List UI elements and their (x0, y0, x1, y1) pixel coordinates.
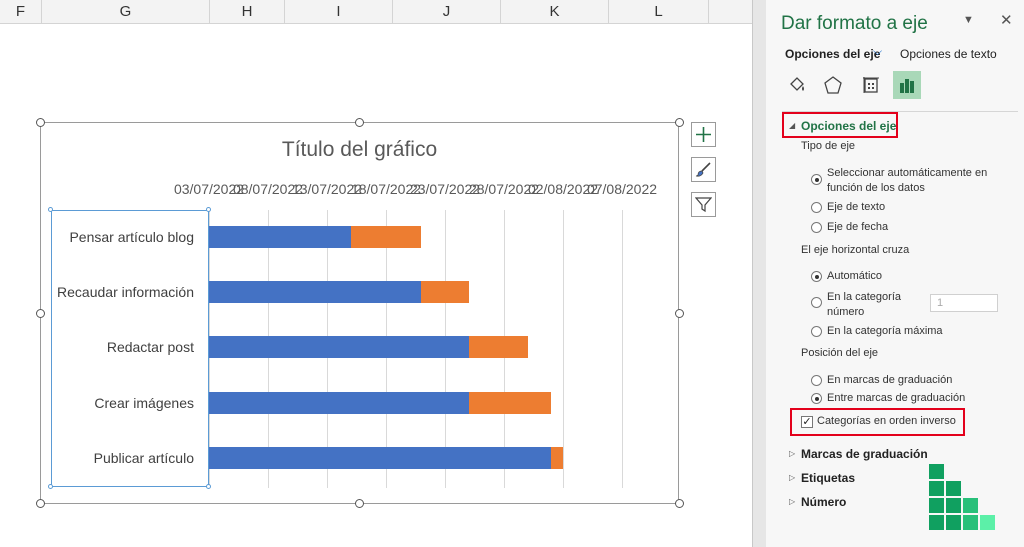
category-label: Recaudar información (57, 284, 194, 300)
column-header-l[interactable]: L (609, 0, 709, 24)
expand-triangle-icon[interactable]: ▷ (789, 449, 795, 458)
radio-crosses-category-number[interactable] (811, 297, 822, 308)
axis-selection-handle[interactable] (48, 484, 53, 489)
plus-icon (696, 127, 711, 142)
radio-axis-type-text[interactable] (811, 202, 822, 213)
bar-start[interactable] (209, 226, 351, 248)
bar-duration[interactable] (421, 281, 469, 303)
crosses-auto-label[interactable]: Automático (827, 269, 882, 284)
position-on-ticks-label[interactable]: En marcas de graduación (827, 373, 952, 388)
radio-crosses-auto[interactable] (811, 271, 822, 282)
category-label: Redactar post (106, 339, 194, 355)
chart-title[interactable]: Título del gráfico (0, 138, 719, 162)
section-axis-options[interactable]: Opciones del eje (801, 119, 896, 133)
category-label: Crear imágenes (94, 395, 194, 411)
chart-resize-handle[interactable] (675, 118, 684, 127)
vertical-gridline (622, 210, 623, 488)
crosses-category-number-label[interactable]: En la categoría número (827, 290, 919, 320)
axis-selection-handle[interactable] (206, 484, 211, 489)
axis-type-date-label[interactable]: Eje de fecha (827, 220, 888, 235)
bar-start[interactable] (209, 336, 469, 358)
position-between-ticks-label[interactable]: Entre marcas de graduación (827, 391, 965, 406)
chart-resize-handle[interactable] (355, 118, 364, 127)
radio-crosses-max[interactable] (811, 326, 822, 337)
category-number-input[interactable]: 1 (930, 294, 998, 312)
chart-resize-handle[interactable] (36, 309, 45, 318)
bar-duration[interactable] (468, 336, 528, 358)
chart-styles-button[interactable] (691, 157, 716, 182)
chart-resize-handle[interactable] (36, 118, 45, 127)
axis-selection-handle[interactable] (48, 207, 53, 212)
reverse-order-checkbox[interactable]: ✓ (801, 416, 813, 428)
column-header-bar: F G H I J K L (0, 0, 752, 24)
axis-selection-handle[interactable] (206, 207, 211, 212)
axis-type-label: Tipo de eje (801, 140, 856, 152)
category-label: Pensar artículo blog (69, 229, 194, 245)
bar-duration[interactable] (551, 447, 563, 469)
chart-resize-handle[interactable] (675, 499, 684, 508)
column-header-f[interactable]: F (0, 0, 42, 24)
section-tick-marks[interactable]: Marcas de graduación (801, 447, 928, 461)
radio-position-between-ticks[interactable] (811, 393, 822, 404)
axis-type-text-label[interactable]: Eje de texto (827, 200, 885, 215)
chart-resize-handle[interactable] (355, 499, 364, 508)
reverse-order-label[interactable]: Categorías en orden inverso (817, 414, 956, 429)
bar-start[interactable] (209, 281, 422, 303)
axis-position-label: Posición del eje (801, 347, 879, 359)
column-header-g[interactable]: G (42, 0, 210, 24)
bar-start[interactable] (209, 392, 469, 414)
collapse-triangle-icon[interactable]: ◢ (789, 121, 795, 130)
column-header-k[interactable]: K (501, 0, 609, 24)
column-header-i[interactable]: I (285, 0, 393, 24)
crosses-max-label[interactable]: En la categoría máxima (827, 324, 943, 339)
brush-icon (695, 162, 711, 177)
axis-type-auto-label[interactable]: Seleccionar automáticamente en función d… (827, 166, 997, 196)
bar-duration[interactable] (350, 226, 422, 248)
chart-filters-button[interactable] (691, 192, 716, 217)
close-icon[interactable]: ✕ (1000, 11, 1013, 29)
filter-icon (695, 197, 712, 213)
chart-resize-handle[interactable] (36, 499, 45, 508)
chart-elements-button[interactable] (691, 122, 716, 147)
tab-text-options[interactable]: Opciones de texto (900, 47, 997, 61)
tab-axis-options[interactable]: Opciones del eje (785, 47, 880, 61)
bar-start[interactable] (209, 447, 552, 469)
bar-duration[interactable] (468, 392, 552, 414)
radio-position-on-ticks[interactable] (811, 375, 822, 386)
pane-title: Dar formato a eje (781, 13, 928, 34)
date-tick-label: 07/08/2022 (586, 181, 658, 197)
radio-axis-type-auto[interactable] (811, 174, 822, 185)
category-label: Publicar artículo (93, 450, 194, 466)
vertical-gridline (563, 210, 564, 488)
fill-line-icon[interactable] (783, 71, 811, 99)
column-header-m[interactable] (709, 0, 752, 24)
chart-resize-handle[interactable] (675, 309, 684, 318)
size-properties-icon[interactable] (857, 71, 885, 99)
axis-options-icon[interactable] (893, 71, 921, 99)
expand-triangle-icon[interactable]: ▷ (789, 473, 795, 482)
pane-options-dropdown-icon[interactable]: ▼ (963, 14, 974, 26)
pane-splitter[interactable] (752, 0, 766, 547)
expand-triangle-icon[interactable]: ▷ (789, 497, 795, 506)
section-number[interactable]: Número (801, 495, 846, 509)
radio-axis-type-date[interactable] (811, 222, 822, 233)
section-labels[interactable]: Etiquetas (801, 471, 855, 485)
horizontal-crosses-label: El eje horizontal cruza (801, 244, 910, 256)
column-header-j[interactable]: J (393, 0, 501, 24)
excel-window: F G H I J K L Título del gráfico 03/07/2… (0, 0, 1024, 547)
effects-icon[interactable] (819, 71, 847, 99)
column-header-h[interactable]: H (210, 0, 285, 24)
chevron-down-icon[interactable]: ⌵ (873, 44, 882, 59)
